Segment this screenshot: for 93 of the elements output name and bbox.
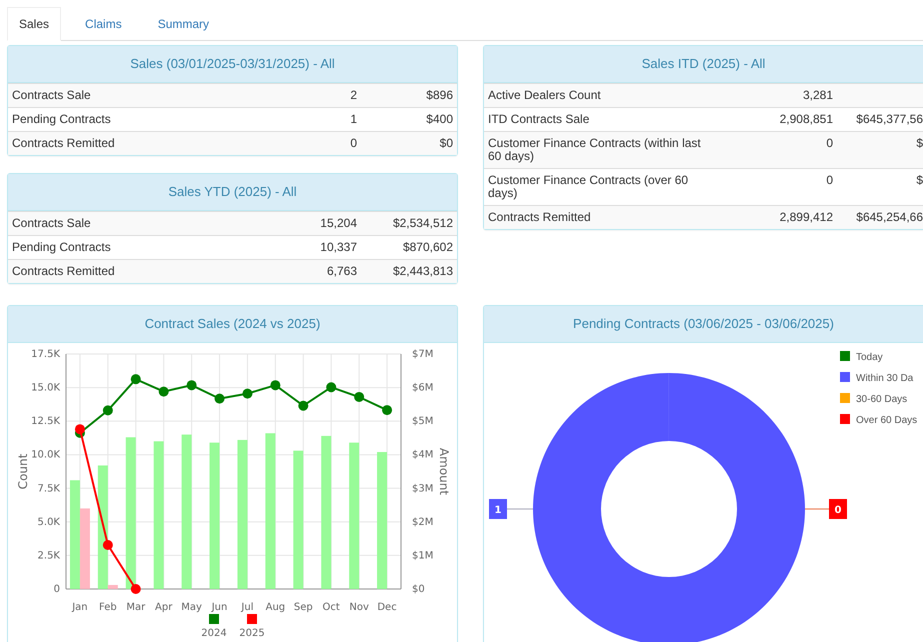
row-label: Contracts Remitted xyxy=(488,211,592,224)
count-cell: 6,763 xyxy=(326,265,357,278)
panel-title: Contract Sales (2024 vs 2025) xyxy=(8,306,457,343)
axis-label: 7.5K xyxy=(38,483,60,494)
row-label: Contracts Sale xyxy=(12,89,92,102)
count-cell: 2,899,412 xyxy=(780,211,833,224)
point xyxy=(382,405,392,416)
point xyxy=(74,424,85,434)
amount-cell: $2,443,813 xyxy=(392,265,453,278)
legend-label: Over 60 Days xyxy=(856,415,918,426)
panel-title: Sales ITD (2025) - All xyxy=(484,46,923,83)
axis-label: 2.5K xyxy=(38,550,60,562)
axis-title: Count xyxy=(16,454,30,490)
axis-label: $0 xyxy=(412,584,425,595)
axis-label: Apr xyxy=(155,602,172,613)
tab[interactable]: Claims xyxy=(73,7,134,40)
count-cell-text: 0 xyxy=(826,174,833,189)
row-label: Pending Contracts xyxy=(12,113,112,126)
row-label: Customer Finance Contracts (within last 60 days) xyxy=(488,137,702,163)
amount-cell: $645,254,66 xyxy=(856,211,923,224)
amount-cell: $645,377,56 xyxy=(856,113,923,126)
legend-label: Today xyxy=(856,352,883,363)
amount-cell: $2,534,512 xyxy=(392,217,453,230)
axis-label: Jun xyxy=(212,602,228,613)
axis-label: Mar xyxy=(126,602,146,613)
tab[interactable]: Summary xyxy=(146,7,222,40)
row-label: Active Dealers Count xyxy=(488,89,602,102)
axis-label: $5M xyxy=(412,416,434,428)
point xyxy=(354,392,364,402)
row-label: Contracts Sale xyxy=(12,217,92,230)
axis-label: $1M xyxy=(412,550,434,562)
point xyxy=(242,388,252,399)
axis-title: Amount xyxy=(437,448,451,496)
point xyxy=(130,374,141,384)
amount-cell: $0 xyxy=(440,137,453,150)
row-label: Contracts Remitted xyxy=(12,265,116,278)
panel-title: Sales YTD (2025) - All xyxy=(8,174,457,211)
count-cell: 10,337 xyxy=(320,241,357,254)
point xyxy=(326,382,336,392)
count-cell: 15,204 xyxy=(320,217,357,230)
data-label: 1 xyxy=(494,505,502,516)
axis-label: $4M xyxy=(412,450,434,461)
amount-cell-text: $ xyxy=(916,137,923,152)
point xyxy=(158,386,169,397)
count-cell-text: 0 xyxy=(826,137,833,152)
axis-label: $2M xyxy=(412,516,434,528)
legend-label: 30-60 Days xyxy=(856,394,908,405)
data-label: 0 xyxy=(804,499,847,519)
axis-label: 17.5K xyxy=(31,349,60,360)
legend-label: Within 30 Da xyxy=(856,373,914,384)
axis-label: Dec xyxy=(377,602,397,613)
count-cell: 1 xyxy=(350,113,357,126)
axis-label: Sep xyxy=(294,602,313,613)
amount-cell: $896 xyxy=(426,89,453,102)
axis-label: 5.0K xyxy=(38,516,60,528)
panel-title: Pending Contracts (03/06/2025 - 03/06/2025) xyxy=(484,306,923,343)
row-label: Contracts Remitted xyxy=(12,137,116,150)
amount-cell: $870,602 xyxy=(402,241,453,254)
point xyxy=(130,584,141,594)
axis-label: Jul xyxy=(241,602,254,613)
amount-cell: $400 xyxy=(426,113,453,126)
point xyxy=(102,540,113,550)
axis-label: Oct xyxy=(322,602,340,613)
panel-title: Sales (03/01/2025-03/31/2025) - All xyxy=(8,46,457,83)
row-label: ITD Contracts Sale xyxy=(488,113,590,126)
axis-label: $3M xyxy=(412,483,434,494)
count-cell: 2 xyxy=(350,89,357,102)
tab[interactable]: Sales xyxy=(7,7,62,41)
legend-label: 2025 xyxy=(239,628,265,639)
point xyxy=(270,380,280,390)
axis-label: 0 xyxy=(54,584,60,595)
count-cell: 3,281 xyxy=(802,89,833,102)
axis-label: Feb xyxy=(99,602,117,613)
axis-label: 12.5K xyxy=(31,416,60,428)
axis-label: 10.0K xyxy=(31,450,60,461)
point xyxy=(298,400,308,411)
axis-label: Aug xyxy=(266,602,286,613)
axis-label: $6M xyxy=(412,382,434,394)
count-cell: 0 xyxy=(350,137,357,150)
row-label: Customer Finance Contracts (over 60 days) xyxy=(488,174,690,200)
axis-label: Nov xyxy=(349,602,369,613)
axis-label: Jan xyxy=(72,602,88,613)
data-label: 1 xyxy=(489,499,534,519)
point xyxy=(186,380,197,390)
row-label: Pending Contracts xyxy=(12,241,112,254)
count-cell: 2,908,851 xyxy=(780,113,833,126)
point xyxy=(214,394,225,404)
point xyxy=(102,405,113,416)
legend-label: 2024 xyxy=(201,628,227,639)
axis-label: $7M xyxy=(412,349,434,360)
amount-cell-text: $ xyxy=(916,174,923,189)
axis-label: May xyxy=(181,602,202,613)
axis-label: 15.0K xyxy=(31,382,60,394)
